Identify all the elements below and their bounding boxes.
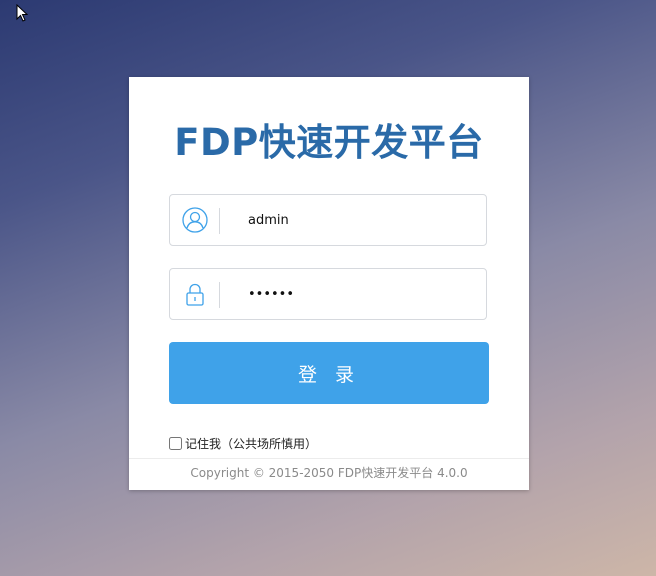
copyright-footer: Copyright © 2015-2050 FDP快速开发平台 4.0.0 — [190, 466, 468, 480]
remember-me[interactable]: 记住我（公共场所慎用） — [169, 435, 317, 451]
page-title: FDP快速开发平台 — [174, 121, 484, 164]
remember-me-label: 记住我（公共场所慎用） — [185, 436, 318, 451]
footer-divider — [129, 458, 529, 459]
password-input[interactable] — [248, 283, 468, 305]
user-icon — [182, 207, 208, 233]
mouse-cursor-icon — [16, 4, 28, 22]
username-input[interactable] — [248, 209, 468, 231]
login-button[interactable]: 登 录 — [169, 342, 489, 404]
password-field[interactable] — [169, 268, 487, 320]
field-divider — [219, 282, 220, 308]
login-card: FDP快速开发平台 登 录 记住我（公共场所慎用） Copyright © 20… — [129, 77, 529, 490]
lock-icon — [186, 283, 204, 306]
field-divider — [219, 208, 220, 234]
username-field[interactable] — [169, 194, 487, 246]
remember-me-checkbox[interactable] — [169, 436, 182, 450]
